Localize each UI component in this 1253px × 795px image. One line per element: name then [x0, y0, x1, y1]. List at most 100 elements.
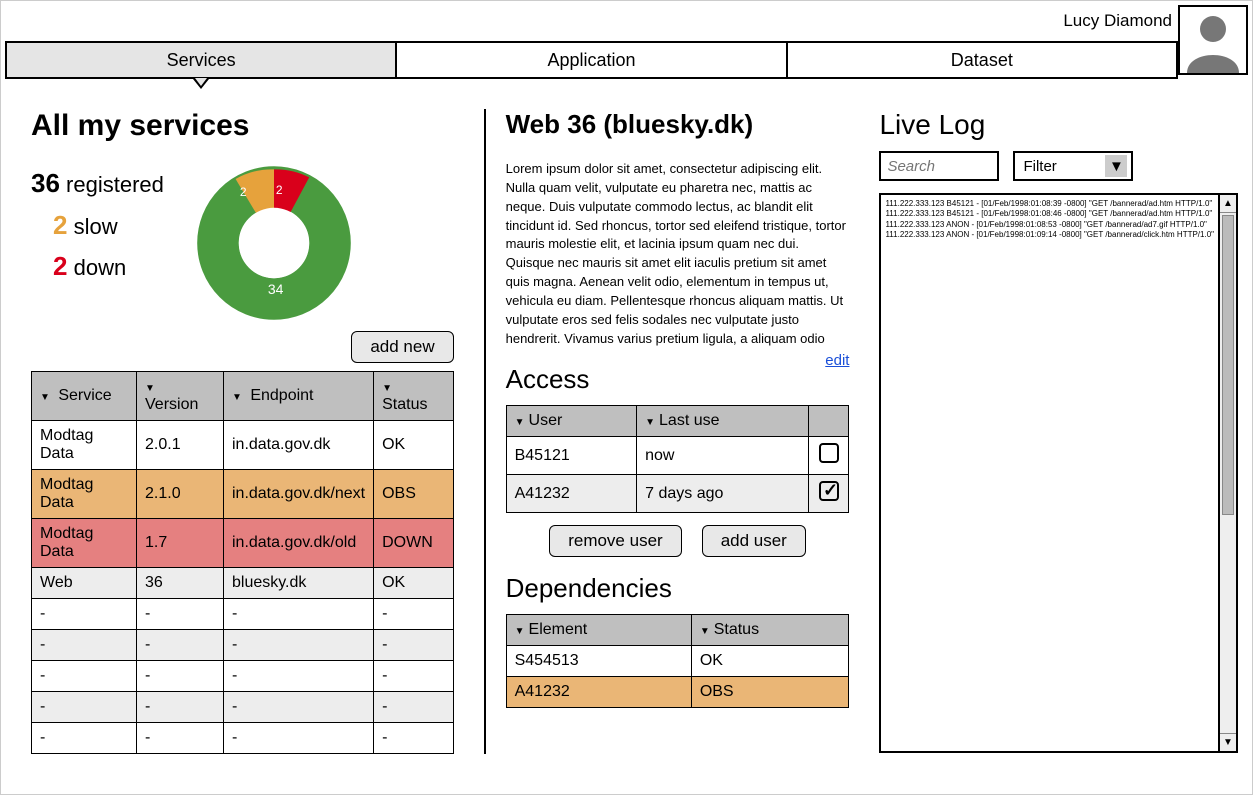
log-line: 111.222.333.123 ANON - [01/Feb/1998:01:0… — [885, 220, 1214, 230]
access-lastuse-cell: now — [637, 437, 809, 475]
table-cell: Modtag Data — [32, 470, 137, 519]
table-cell: in.data.gov.dk/old — [223, 519, 373, 568]
donut-down-label: 2 — [276, 183, 283, 197]
table-row[interactable]: S454513OK — [506, 646, 849, 677]
table-cell: Modtag Data — [32, 519, 137, 568]
log-line: 111.222.333.123 ANON - [01/Feb/1998:01:0… — [885, 230, 1214, 240]
table-cell: 1.7 — [137, 519, 224, 568]
service-description: Lorem ipsum dolor sit amet, consectetur … — [506, 160, 850, 348]
services-col-header[interactable]: ▼ Status — [374, 372, 454, 421]
table-cell: DOWN — [374, 519, 454, 568]
tab-services[interactable]: Services — [7, 43, 397, 77]
table-cell: in.data.gov.dk/next — [223, 470, 373, 519]
table-row[interactable]: ---- — [32, 599, 454, 630]
tab-dataset[interactable]: Dataset — [788, 43, 1178, 77]
table-row[interactable]: Modtag Data2.0.1in.data.gov.dkOK — [32, 421, 454, 470]
log-search-input[interactable] — [879, 151, 999, 181]
table-cell: - — [137, 723, 224, 754]
log-line: 111.222.333.123 B45121 - [01/Feb/1998:01… — [885, 199, 1214, 209]
table-cell: - — [32, 599, 137, 630]
live-log-heading: Live Log — [879, 109, 1238, 141]
table-cell: - — [374, 661, 454, 692]
table-row[interactable]: Modtag Data2.1.0in.data.gov.dk/nextOBS — [32, 470, 454, 519]
table-cell: OK — [374, 421, 454, 470]
tab-application[interactable]: Application — [397, 43, 787, 77]
table-cell: - — [32, 630, 137, 661]
scroll-thumb[interactable] — [1222, 215, 1234, 515]
table-row[interactable]: Web36bluesky.dkOK — [32, 568, 454, 599]
table-cell: 2.0.1 — [137, 421, 224, 470]
add-user-button[interactable]: add user — [702, 525, 806, 557]
dependencies-table: ▼Element ▼Status S454513OKA41232OBS — [506, 614, 850, 708]
table-cell: - — [223, 661, 373, 692]
table-cell: 2.1.0 — [137, 470, 224, 519]
log-scrollbar[interactable]: ▲ ▼ — [1218, 195, 1236, 751]
checkbox[interactable] — [819, 481, 839, 501]
add-new-button[interactable]: add new — [351, 331, 453, 363]
table-cell: - — [374, 692, 454, 723]
access-lastuse-cell: 7 days ago — [637, 475, 809, 513]
access-user-cell: A41232 — [506, 475, 637, 513]
table-cell: 36 — [137, 568, 224, 599]
table-cell: Modtag Data — [32, 421, 137, 470]
access-col-user[interactable]: ▼User — [506, 406, 637, 437]
table-row[interactable]: A412327 days ago — [506, 475, 849, 513]
services-col-header[interactable]: ▼ Service — [32, 372, 137, 421]
table-row[interactable]: ---- — [32, 723, 454, 754]
table-row[interactable]: ---- — [32, 661, 454, 692]
access-checkbox-cell — [809, 437, 849, 475]
scroll-up-icon[interactable]: ▲ — [1220, 195, 1236, 213]
services-col-header[interactable]: ▼ Version — [137, 372, 224, 421]
table-cell: - — [137, 692, 224, 723]
table-cell: - — [32, 723, 137, 754]
table-cell: - — [32, 692, 137, 723]
checkbox[interactable] — [819, 443, 839, 463]
access-col-lastuse[interactable]: ▼Last use — [637, 406, 809, 437]
scroll-down-icon[interactable]: ▼ — [1220, 733, 1236, 751]
tab-label: Application — [547, 50, 635, 71]
table-cell: - — [223, 599, 373, 630]
stat-down-label: down — [74, 255, 127, 280]
tab-label: Services — [167, 50, 236, 71]
table-row[interactable]: B45121now — [506, 437, 849, 475]
table-row[interactable]: ---- — [32, 692, 454, 723]
log-filter-select[interactable]: Filter ▼ — [1013, 151, 1133, 181]
access-user-cell: B45121 — [506, 437, 637, 475]
avatar[interactable] — [1178, 5, 1248, 75]
table-cell: - — [223, 692, 373, 723]
table-cell: - — [223, 630, 373, 661]
stats-block: 36 registered 2 slow 2 down — [31, 163, 164, 288]
stat-registered-num: 36 — [31, 168, 60, 198]
table-cell: OK — [374, 568, 454, 599]
log-line: 111.222.333.123 B45121 - [01/Feb/1998:01… — [885, 209, 1214, 219]
chevron-down-icon: ▼ — [1105, 155, 1127, 177]
deps-col-element[interactable]: ▼Element — [506, 615, 691, 646]
edit-link[interactable]: edit — [825, 352, 849, 369]
stat-slow-num: 2 — [53, 210, 67, 240]
deps-status-cell: OBS — [691, 677, 849, 708]
remove-user-button[interactable]: remove user — [549, 525, 681, 557]
deps-element-cell: A41232 — [506, 677, 691, 708]
access-table: ▼User ▼Last use B45121nowA412327 days ag… — [506, 405, 850, 513]
tab-label: Dataset — [951, 50, 1013, 71]
table-cell: OBS — [374, 470, 454, 519]
table-cell: - — [32, 661, 137, 692]
table-row[interactable]: A41232OBS — [506, 677, 849, 708]
table-row[interactable]: Modtag Data1.7in.data.gov.dk/oldDOWN — [32, 519, 454, 568]
table-cell: bluesky.dk — [223, 568, 373, 599]
dependencies-heading: Dependencies — [506, 573, 850, 604]
donut-healthy-label: 34 — [268, 281, 284, 297]
log-content[interactable]: 111.222.333.123 B45121 - [01/Feb/1998:01… — [881, 195, 1218, 751]
service-detail-title: Web 36 (bluesky.dk) — [506, 109, 850, 140]
access-heading: Access — [506, 364, 850, 395]
access-col-select — [809, 406, 849, 437]
table-row[interactable]: ---- — [32, 630, 454, 661]
deps-status-cell: OK — [691, 646, 849, 677]
deps-col-status[interactable]: ▼Status — [691, 615, 849, 646]
deps-element-cell: S454513 — [506, 646, 691, 677]
person-icon — [1181, 9, 1245, 73]
services-table: ▼ Service▼ Version▼ Endpoint▼ Status Mod… — [31, 371, 454, 754]
stat-down-num: 2 — [53, 251, 67, 281]
services-col-header[interactable]: ▼ Endpoint — [223, 372, 373, 421]
filter-label: Filter — [1023, 158, 1056, 175]
